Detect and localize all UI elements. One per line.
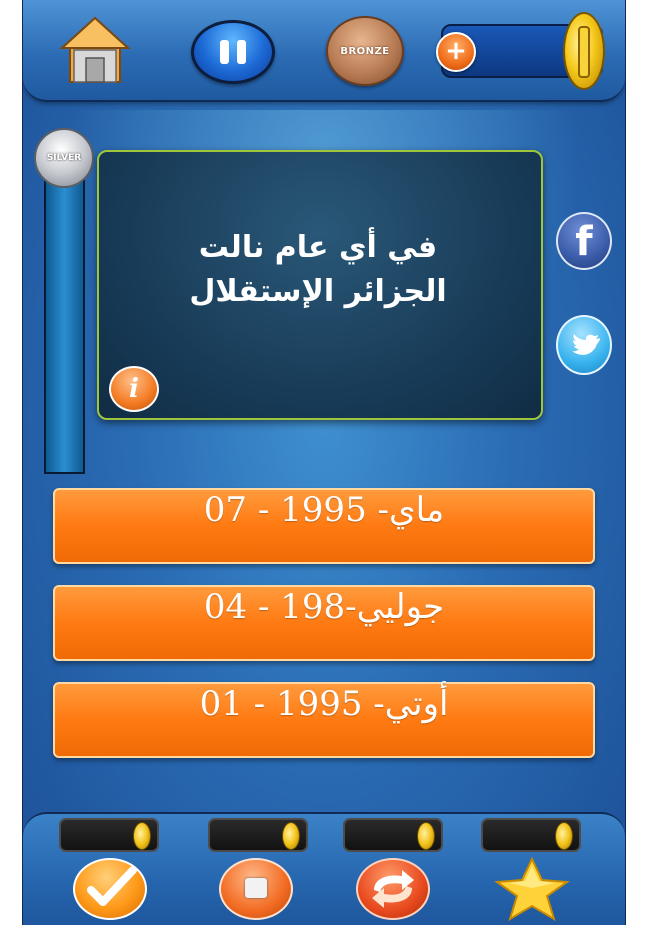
remove-answer-powerup[interactable] — [219, 858, 293, 920]
coin-icon — [555, 822, 573, 850]
answer-option-1[interactable]: ماي- 1995 - 07 — [53, 488, 595, 564]
powerup-price-4 — [481, 818, 581, 852]
answer-label: أوتي- 1995 - 01 — [199, 684, 449, 724]
powerup-price-1 — [59, 818, 159, 852]
home-icon[interactable] — [58, 14, 132, 86]
pause-button[interactable] — [191, 20, 275, 84]
swap-question-powerup[interactable] — [356, 858, 430, 920]
facebook-button[interactable]: f — [556, 212, 612, 270]
pause-icon — [220, 40, 229, 64]
answer-label: جوليي-198 - 04 — [203, 587, 445, 627]
gold-coin-icon — [563, 12, 605, 90]
answer-label: ماي- 1995 - 07 — [203, 490, 445, 530]
progress-tube — [44, 165, 85, 474]
coin-icon — [417, 822, 435, 850]
swap-arrows-icon — [372, 870, 414, 908]
question-text: في أي عام نالت الجزائر الإستقلال — [189, 230, 447, 309]
add-coins-button[interactable]: + — [436, 32, 476, 72]
powerup-price-2 — [208, 818, 308, 852]
coin-icon — [282, 822, 300, 850]
game-screen: BRONZE + SILVER في أي عام نالت الجزائر ا… — [22, 0, 626, 925]
stop-square-icon — [245, 878, 267, 898]
answer-option-3[interactable]: أوتي- 1995 - 01 — [53, 682, 595, 758]
silver-medal: SILVER — [34, 128, 94, 188]
correct-answer-powerup[interactable] — [73, 858, 147, 920]
checkmark-icon — [87, 866, 137, 906]
info-button[interactable]: i — [109, 366, 159, 412]
coin-icon — [133, 822, 151, 850]
silver-medal-label: SILVER — [46, 153, 82, 163]
bronze-medal-label: BRONZE — [340, 45, 390, 57]
answer-option-2[interactable]: جوليي-198 - 04 — [53, 585, 595, 661]
twitter-bird-icon — [572, 334, 600, 355]
bronze-medal: BRONZE — [326, 16, 404, 86]
powerup-price-3 — [343, 818, 443, 852]
twitter-button[interactable] — [556, 315, 612, 375]
star-icon[interactable] — [489, 856, 575, 922]
